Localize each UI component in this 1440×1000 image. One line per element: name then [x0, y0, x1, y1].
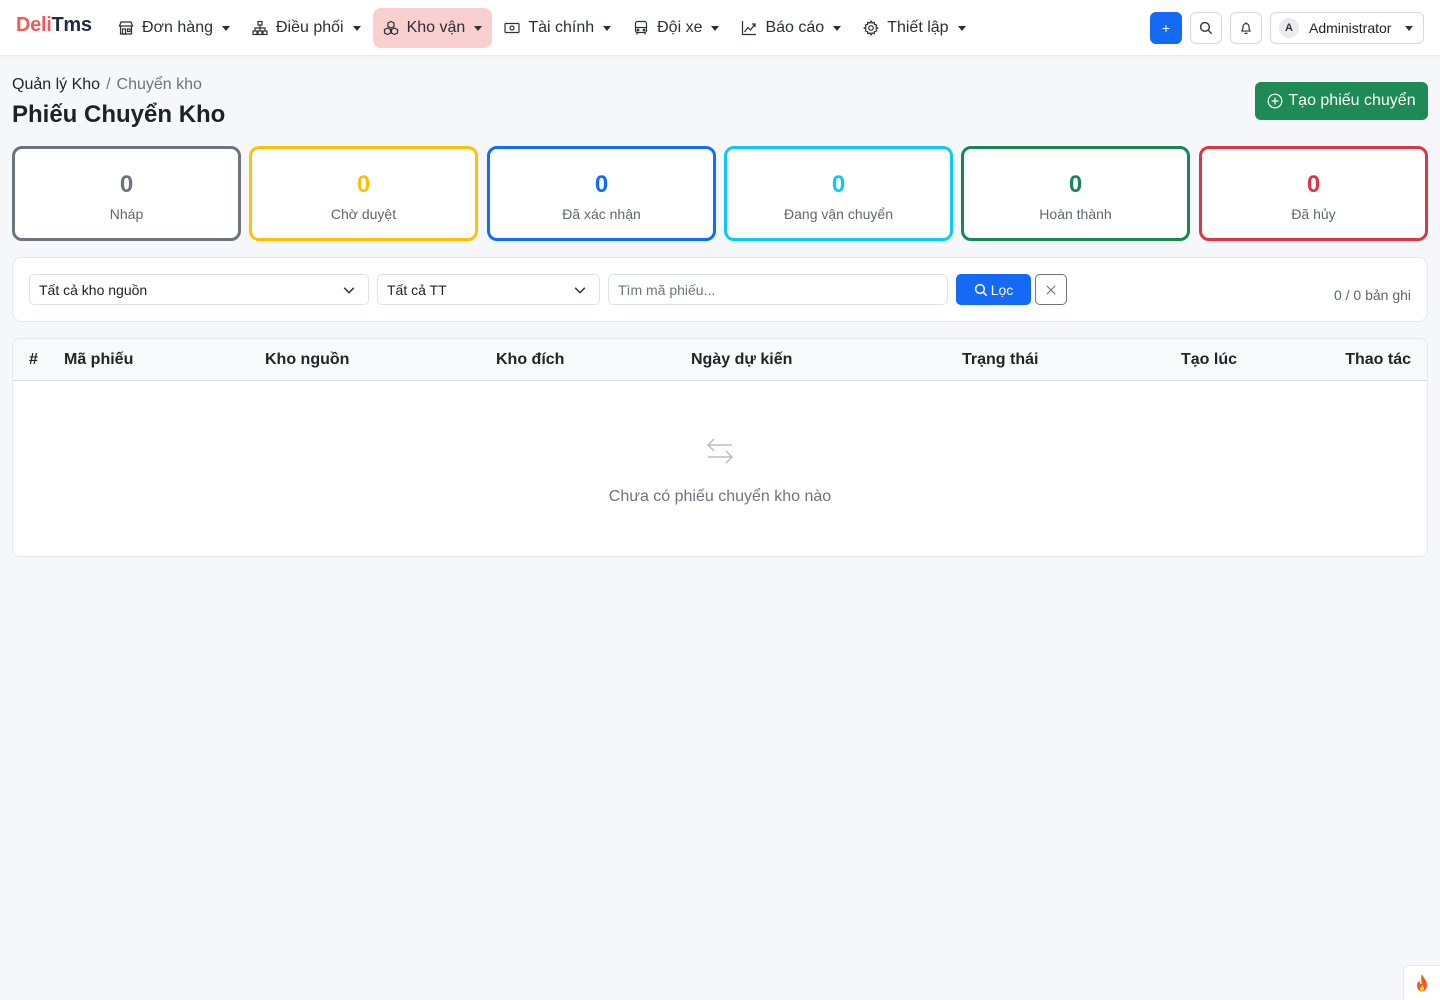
gear-icon	[863, 20, 880, 36]
chevron-down-icon	[221, 25, 230, 31]
stat-card-pending[interactable]: 0 Chờ duyệt	[249, 146, 478, 241]
boxes-icon	[383, 20, 398, 36]
stat-value: 0	[594, 171, 609, 198]
nav-item-finance[interactable]: Tài chính	[494, 8, 621, 48]
record-count: 0 / 0 bản ghi	[1333, 287, 1411, 303]
nav-item-settings[interactable]: Thiết lập	[853, 8, 975, 48]
stat-label: Chờ duyệt	[330, 206, 397, 222]
stat-value: 0	[119, 171, 134, 198]
empty-state-text: Chưa có phiếu chuyển kho nào	[608, 488, 832, 505]
breadcrumb-parent[interactable]: Quản lý Kho	[12, 76, 100, 93]
search-button[interactable]	[1190, 12, 1222, 44]
main-nav: Đơn hàng Điều phối Kho vận Tài chính Đội…	[108, 8, 978, 48]
chevron-down-icon	[603, 25, 612, 31]
user-menu[interactable]: A Administrator	[1270, 12, 1424, 44]
column-header-destination[interactable]: Kho đích	[496, 351, 564, 369]
filter-bar: Tất cả kho nguồn Tất cả TT Tìm mã phiếu.…	[12, 257, 1428, 322]
breadcrumb-separator: /	[106, 76, 111, 93]
graph-up-icon	[742, 21, 757, 36]
top-navbar: DeliTms Đơn hàng Điều phối Kho vận Tài c…	[0, 0, 1440, 56]
diagram-icon	[252, 20, 268, 36]
nav-item-reports[interactable]: Báo cáo	[731, 8, 851, 48]
stat-value: 0	[831, 171, 846, 198]
chevron-down-icon	[574, 287, 586, 294]
stat-card-cancelled[interactable]: 0 Đã hủy	[1199, 146, 1428, 241]
navbar-actions: + A Administrator	[1150, 12, 1424, 44]
plus-icon: +	[1161, 20, 1171, 36]
column-header-source[interactable]: Kho nguồn	[265, 351, 349, 369]
close-icon	[1046, 284, 1056, 295]
stat-value: 0	[1306, 171, 1321, 198]
avatar: A	[1279, 18, 1299, 38]
nav-item-fleet[interactable]: Đội xe	[623, 8, 729, 48]
chevron-down-icon	[352, 25, 361, 31]
arrow-left-right-icon	[706, 438, 734, 464]
stat-label: Đang vận chuyển	[784, 206, 893, 222]
chevron-down-icon	[711, 25, 720, 31]
brand-logo[interactable]: DeliTms	[16, 14, 92, 37]
column-header-code[interactable]: Mã phiếu	[64, 351, 133, 369]
filter-button[interactable]: Lọc	[956, 274, 1031, 305]
page-title: Phiếu Chuyển Kho	[12, 101, 226, 128]
status-select[interactable]: Tất cả TT	[377, 274, 600, 305]
breadcrumb: Quản lý Kho / Chuyển kho	[12, 76, 202, 94]
chevron-down-icon	[957, 25, 966, 31]
quick-add-button[interactable]: +	[1150, 12, 1182, 44]
stat-card-confirmed[interactable]: 0 Đã xác nhận	[487, 146, 716, 241]
nav-item-orders[interactable]: Đơn hàng	[108, 8, 240, 48]
stat-label: Nháp	[109, 206, 144, 222]
stat-value: 0	[356, 171, 371, 198]
column-header-index: #	[29, 351, 38, 368]
transfer-table: # Mã phiếu Kho nguồn Kho đích Ngày dự ki…	[12, 338, 1428, 557]
table-header: # Mã phiếu Kho nguồn Kho đích Ngày dự ki…	[13, 339, 1427, 381]
column-header-created-at[interactable]: Tạo lúc	[1181, 351, 1237, 369]
chevron-down-icon	[833, 25, 842, 31]
stat-label: Hoàn thành	[1039, 206, 1112, 222]
flame-icon	[1417, 974, 1427, 992]
search-icon	[1199, 21, 1213, 35]
stat-card-completed[interactable]: 0 Hoàn thành	[961, 146, 1190, 241]
cash-icon	[504, 22, 520, 34]
source-warehouse-select[interactable]: Tất cả kho nguồn	[29, 274, 369, 305]
debug-toolbar-toggle[interactable]	[1403, 965, 1440, 1000]
plus-circle-icon	[1267, 93, 1283, 109]
chevron-down-icon	[474, 25, 483, 31]
breadcrumb-current: Chuyển kho	[116, 76, 202, 93]
column-header-expected-date[interactable]: Ngày dự kiến	[691, 351, 792, 369]
stat-label: Đã hủy	[1291, 206, 1336, 222]
shop-icon	[118, 21, 134, 35]
clear-filter-button[interactable]	[1035, 274, 1067, 305]
nav-item-warehouse[interactable]: Kho vận	[372, 8, 493, 48]
stat-value: 0	[1068, 171, 1083, 198]
chevron-down-icon	[1405, 25, 1413, 31]
stat-label: Đã xác nhận	[562, 206, 641, 222]
stat-card-draft[interactable]: 0 Nháp	[12, 146, 241, 241]
column-header-actions: Thao tác	[1345, 351, 1411, 368]
nav-item-dispatch[interactable]: Điều phối	[242, 8, 371, 48]
notifications-button[interactable]	[1230, 12, 1262, 44]
search-icon	[974, 283, 987, 296]
bus-icon	[635, 20, 648, 35]
chevron-down-icon	[343, 287, 355, 294]
create-transfer-button[interactable]: Tạo phiếu chuyển	[1255, 82, 1428, 120]
column-header-status[interactable]: Trạng thái	[962, 351, 1038, 369]
bell-icon	[1240, 22, 1252, 35]
search-code-input[interactable]: Tìm mã phiếu...	[608, 274, 948, 305]
user-name: Administrator	[1309, 20, 1392, 36]
stat-card-in-transit[interactable]: 0 Đang vận chuyển	[724, 146, 953, 241]
